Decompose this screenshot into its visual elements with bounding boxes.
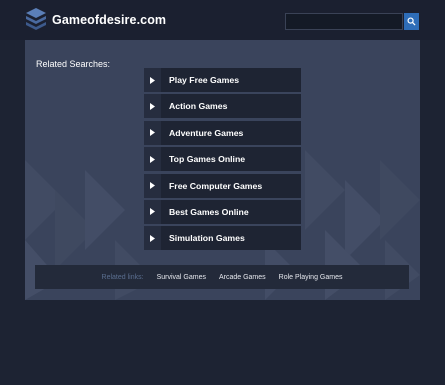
arrow-right-icon bbox=[144, 199, 161, 224]
related-search-list: Play Free Games Action Games Adventure G… bbox=[144, 68, 301, 253]
related-search-label: Action Games bbox=[169, 101, 228, 112]
arrow-right-icon bbox=[144, 173, 161, 198]
related-search-label: Top Games Online bbox=[169, 154, 246, 165]
related-search-best-games-online[interactable]: Best Games Online bbox=[144, 199, 301, 224]
layers-logo-icon[interactable] bbox=[25, 7, 47, 33]
arrow-right-icon bbox=[144, 120, 161, 145]
search-icon bbox=[407, 17, 416, 26]
site-logo-text[interactable]: Gameofdesire.com bbox=[52, 13, 166, 27]
related-search-label: Adventure Games bbox=[169, 127, 244, 138]
related-search-label: Best Games Online bbox=[169, 206, 249, 217]
arrow-right-icon bbox=[144, 226, 161, 251]
related-links-label: Related links: bbox=[101, 273, 144, 281]
related-search-action-games[interactable]: Action Games bbox=[144, 94, 301, 119]
related-search-top-games-online[interactable]: Top Games Online bbox=[144, 147, 301, 172]
related-link-role-playing-games[interactable]: Role Playing Games bbox=[279, 274, 343, 281]
related-search-adventure-games[interactable]: Adventure Games bbox=[144, 120, 301, 145]
related-search-label: Simulation Games bbox=[169, 233, 245, 244]
related-links-bar: Related links: Survival Games Arcade Gam… bbox=[35, 265, 409, 289]
related-searches-panel: Related Searches: Play Free Games Action… bbox=[25, 40, 420, 300]
search-input[interactable] bbox=[285, 13, 403, 30]
related-search-label: Play Free Games bbox=[169, 75, 240, 85]
related-search-label: Free Computer Games bbox=[169, 180, 263, 191]
arrow-right-icon bbox=[144, 94, 161, 119]
related-link-survival-games[interactable]: Survival Games bbox=[157, 274, 206, 281]
search-button[interactable] bbox=[404, 13, 419, 30]
related-searches-title: Related Searches: bbox=[36, 59, 111, 69]
related-search-free-computer-games[interactable]: Free Computer Games bbox=[144, 173, 301, 198]
arrow-right-icon bbox=[144, 68, 161, 92]
header: Gameofdesire.com bbox=[0, 0, 445, 40]
related-link-arcade-games[interactable]: Arcade Games bbox=[219, 274, 266, 281]
arrow-right-icon bbox=[144, 147, 161, 172]
related-search-simulation-games[interactable]: Simulation Games bbox=[144, 226, 301, 251]
related-search-play-free-games[interactable]: Play Free Games bbox=[144, 68, 301, 92]
